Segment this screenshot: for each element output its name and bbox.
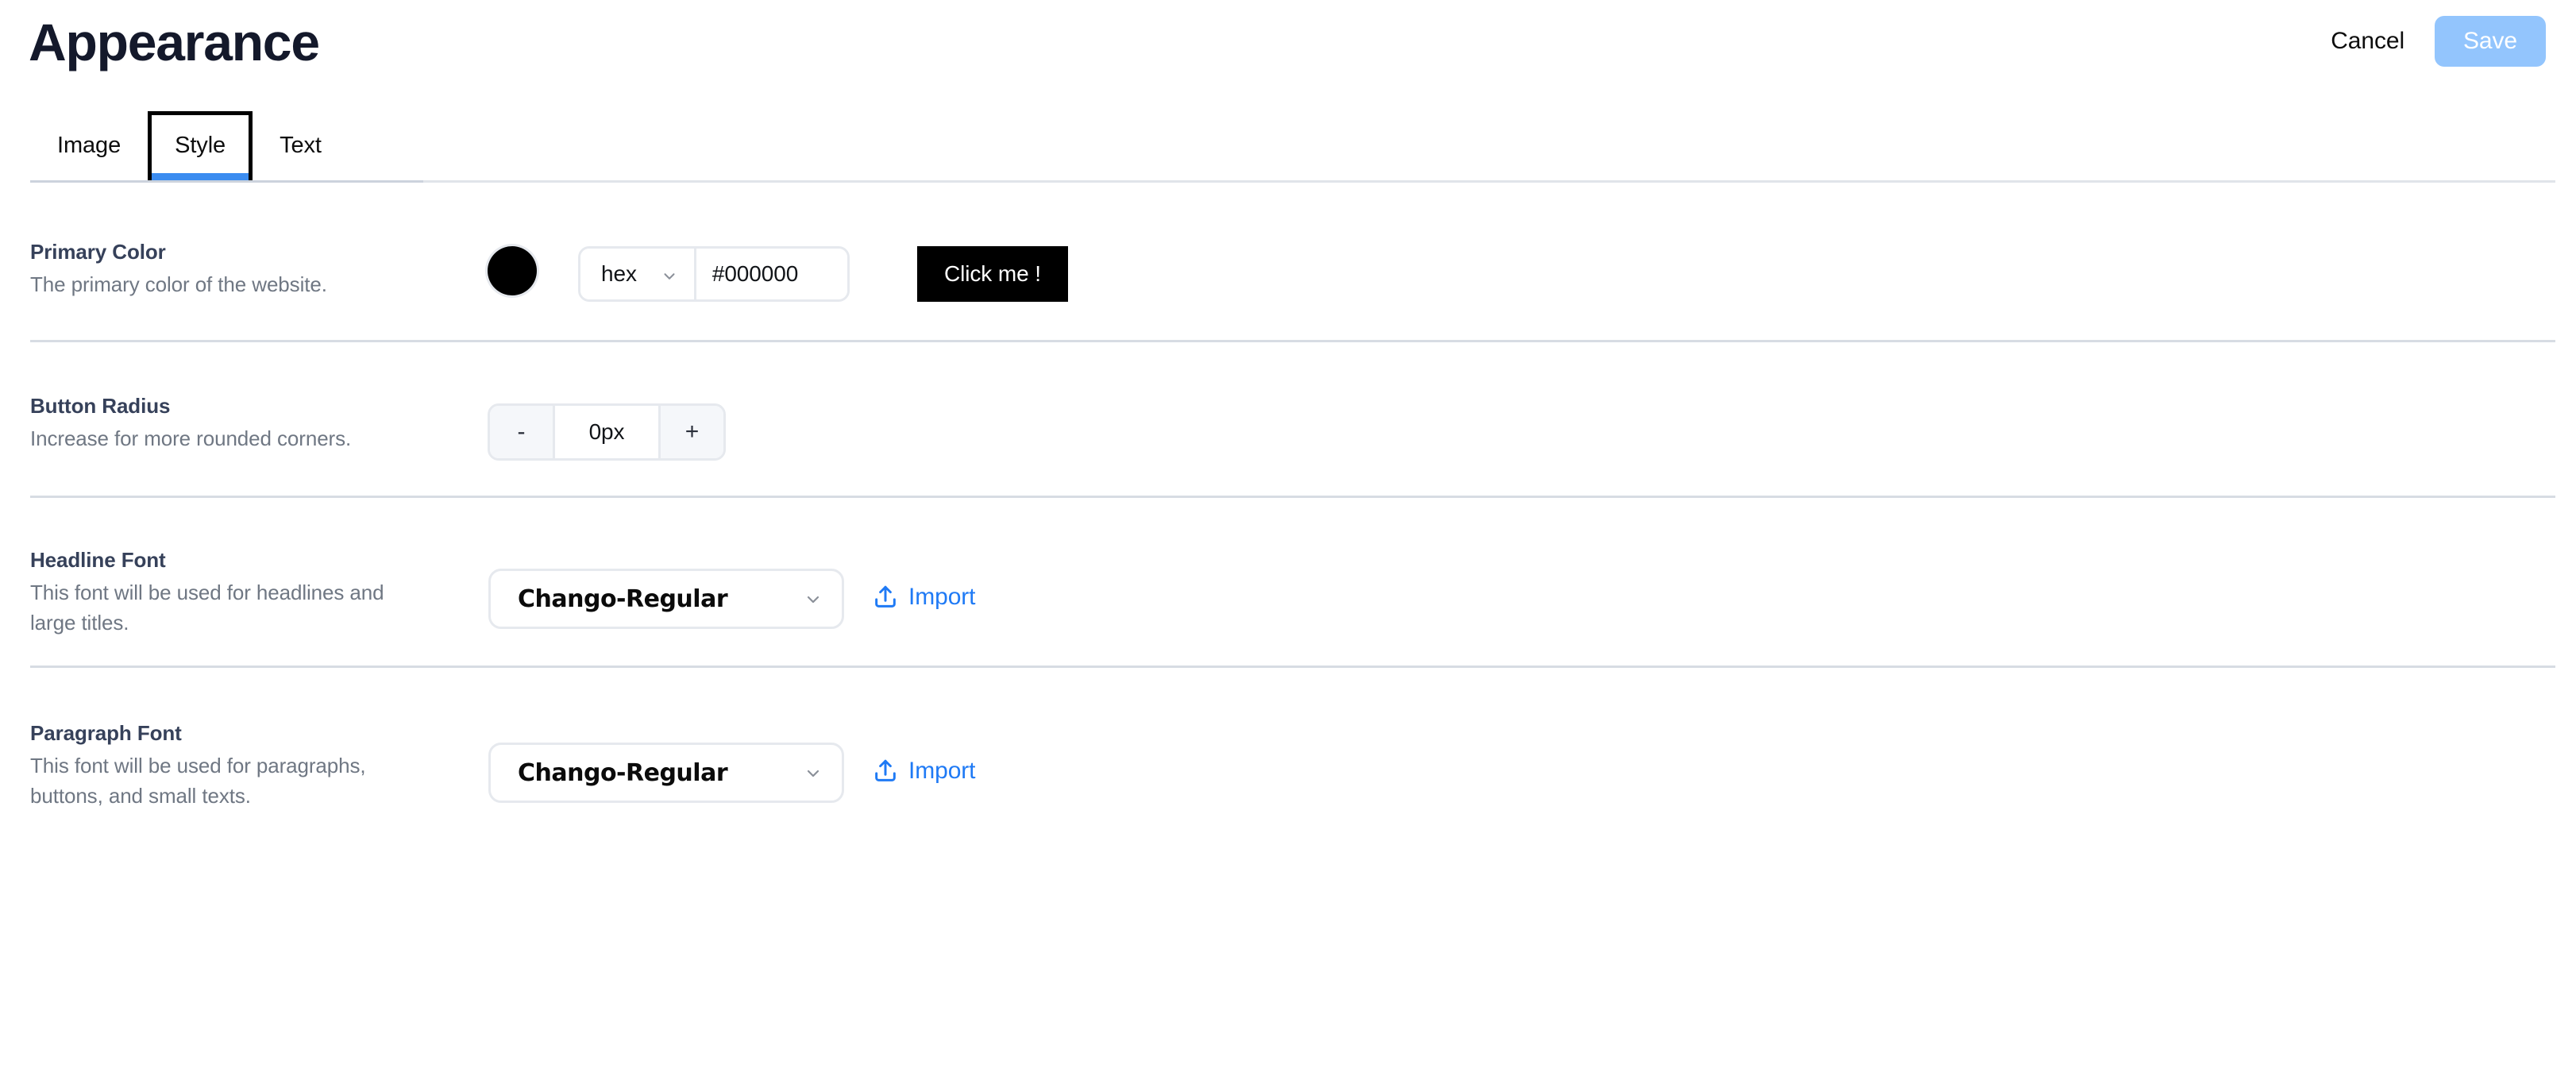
paragraph-font-title: Paragraph Font (30, 721, 182, 745)
tab-bar-rule (423, 180, 2555, 183)
page-header: Appearance Cancel Save (0, 0, 2576, 119)
header-actions: Cancel Save (2327, 16, 2546, 67)
headline-font-title: Headline Font (30, 548, 166, 572)
chevron-down-icon (661, 265, 678, 283)
paragraph-font-value: Chango-Regular (518, 758, 728, 787)
paragraph-font-import-link[interactable]: Import (872, 758, 976, 785)
button-radius-description: Increase for more rounded corners. (30, 426, 352, 451)
save-button[interactable]: Save (2435, 16, 2546, 67)
button-radius-increment[interactable]: + (658, 406, 723, 458)
headline-font-value: Chango-Regular (518, 585, 728, 613)
tab-bar: Image Style Text (0, 111, 2576, 184)
button-radius-value: 0px (555, 406, 658, 458)
tab-text[interactable]: Text (253, 111, 349, 180)
chevron-down-icon (804, 764, 821, 781)
primary-color-description: The primary color of the website. (30, 272, 327, 297)
headline-font-import-label: Import (908, 584, 976, 610)
button-radius-title: Button Radius (30, 394, 171, 418)
color-hex-input[interactable] (696, 249, 847, 299)
paragraph-font-label-group: Paragraph Font This font will be used fo… (30, 720, 443, 811)
tab-style[interactable]: Style (148, 111, 253, 180)
button-radius-stepper: - 0px + (488, 403, 726, 461)
button-radius-decrement[interactable]: - (490, 406, 555, 458)
tab-image[interactable]: Image (30, 111, 148, 180)
appearance-settings-page: Appearance Cancel Save Image Style Text … (0, 0, 2576, 1088)
upload-icon (872, 758, 899, 785)
divider-after-headline-font (30, 666, 2555, 668)
color-mode-select[interactable]: hex (580, 249, 696, 299)
page-title: Appearance (29, 13, 320, 71)
chevron-down-icon (804, 590, 821, 608)
headline-font-import-link[interactable]: Import (872, 584, 976, 611)
divider-after-button-radius (30, 496, 2555, 498)
divider-after-primary-color (30, 340, 2555, 342)
tablist: Image Style Text (30, 111, 423, 183)
cancel-button[interactable]: Cancel (2327, 21, 2408, 61)
color-mode-value: hex (601, 261, 637, 286)
primary-color-swatch[interactable] (488, 246, 537, 295)
headline-font-select[interactable]: Chango-Regular (488, 569, 844, 629)
headline-font-label-group: Headline Font This font will be used for… (30, 546, 443, 638)
primary-color-title: Primary Color (30, 240, 166, 264)
headline-font-description: This font will be used for headlines and… (30, 581, 384, 635)
primary-color-label-group: Primary Color The primary color of the w… (30, 238, 443, 300)
button-radius-label-group: Button Radius Increase for more rounded … (30, 392, 443, 454)
preview-click-me-button[interactable]: Click me ! (917, 246, 1068, 302)
paragraph-font-import-label: Import (908, 758, 976, 784)
color-input-group: hex (578, 246, 850, 302)
paragraph-font-select[interactable]: Chango-Regular (488, 743, 844, 803)
paragraph-font-description: This font will be used for paragraphs, b… (30, 754, 366, 808)
upload-icon (872, 584, 899, 611)
